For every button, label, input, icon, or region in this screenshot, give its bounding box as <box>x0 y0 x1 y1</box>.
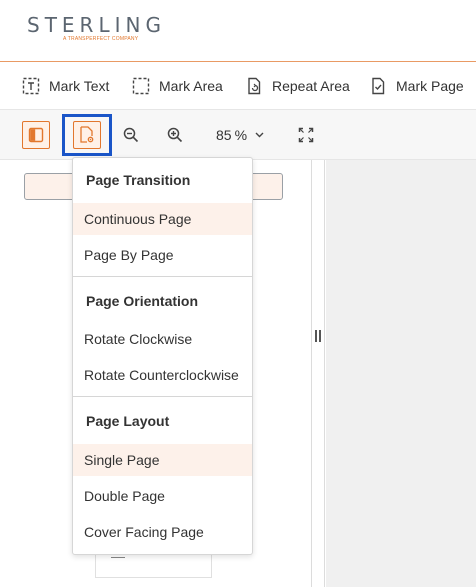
repeat-area-label: Repeat Area <box>272 78 350 94</box>
menu-item-rotate-counterclockwise[interactable]: Rotate Counterclockwise <box>73 359 252 391</box>
document-view <box>326 160 476 587</box>
fullscreen-icon <box>298 127 314 143</box>
mark-text-button[interactable]: Mark Text <box>22 76 109 96</box>
repeat-area-button[interactable]: Repeat Area <box>245 76 350 96</box>
menu-item-rotate-clockwise[interactable]: Rotate Clockwise <box>73 323 252 355</box>
zoom-level-select[interactable]: 85 % <box>206 122 274 148</box>
viewer-toolbar: 85 % <box>0 110 476 160</box>
mark-area-icon <box>132 77 150 95</box>
logo-wordmark: STERLING <box>27 13 166 37</box>
menu-item-single-page[interactable]: Single Page <box>73 444 252 476</box>
zoom-in-icon <box>167 127 183 143</box>
menu-item-double-page[interactable]: Double Page <box>73 480 252 512</box>
menu-item-continuous-page[interactable]: Continuous Page <box>73 203 252 235</box>
chevron-down-icon <box>255 132 264 138</box>
page-settings-menu: Page Transition Continuous Page Page By … <box>72 157 253 555</box>
zoom-out-icon <box>123 127 139 143</box>
mark-page-label: Mark Page <box>396 78 464 94</box>
mark-area-button[interactable]: Mark Area <box>132 76 223 96</box>
section-heading-page-layout: Page Layout <box>86 413 170 429</box>
resize-handle[interactable] <box>315 330 321 342</box>
menu-divider <box>73 276 252 277</box>
section-heading-page-transition: Page Transition <box>86 172 191 188</box>
mark-area-label: Mark Area <box>159 78 223 94</box>
menu-item-page-by-page[interactable]: Page By Page <box>73 239 252 271</box>
toggle-sidebar-button[interactable] <box>22 121 50 149</box>
mark-text-label: Mark Text <box>49 78 110 94</box>
mark-page-button[interactable]: Mark Page <box>369 76 464 96</box>
logo-tagline: A TRANSPERFECT COMPANY <box>63 36 139 42</box>
panel-splitter <box>313 160 325 587</box>
page-settings-icon <box>80 126 94 143</box>
section-heading-page-orientation: Page Orientation <box>86 293 199 309</box>
mark-page-icon <box>372 77 385 95</box>
zoom-out-button[interactable] <box>117 121 145 149</box>
sidebar-panel-icon <box>28 127 44 143</box>
menu-divider <box>73 396 252 397</box>
fullscreen-button[interactable] <box>292 121 320 149</box>
mark-text-icon <box>22 77 40 95</box>
repeat-area-icon <box>248 77 261 95</box>
zoom-unit: % <box>234 127 248 143</box>
zoom-value: 85 <box>215 127 232 143</box>
menu-item-cover-facing-page[interactable]: Cover Facing Page <box>73 516 252 548</box>
zoom-in-button[interactable] <box>161 121 189 149</box>
app-header: STERLING A TRANSPERFECT COMPANY <box>0 0 476 62</box>
page-settings-button[interactable] <box>73 121 101 149</box>
marking-toolbar: Mark Text Mark Area Repeat Area Mark Pag… <box>0 62 476 110</box>
sterling-logo: STERLING A TRANSPERFECT COMPANY <box>27 13 166 42</box>
